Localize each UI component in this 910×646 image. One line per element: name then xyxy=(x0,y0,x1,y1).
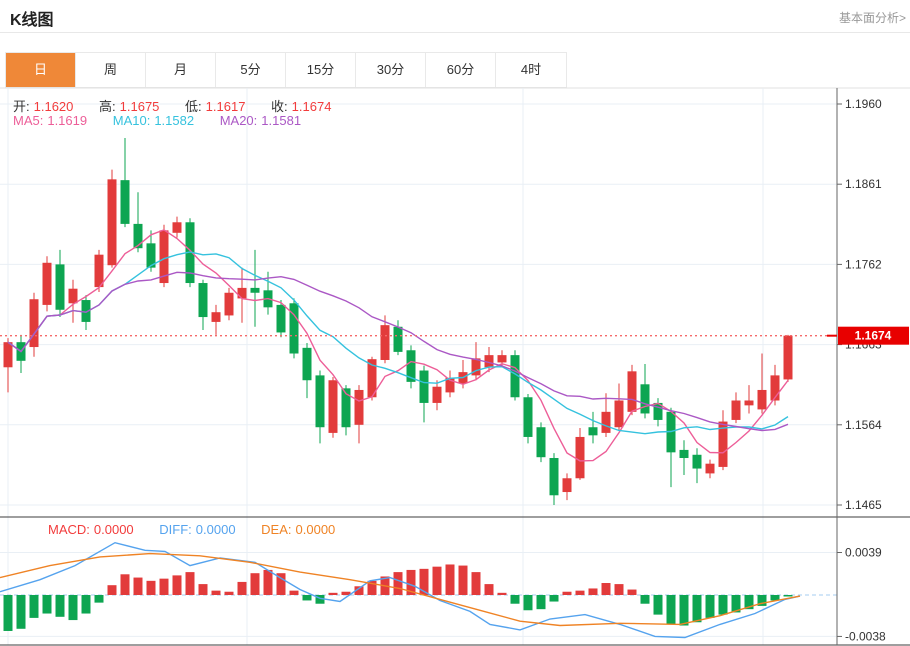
svg-text:1.1861: 1.1861 xyxy=(845,177,882,191)
diff-label: DIFF: xyxy=(159,522,192,537)
dea-label: DEA: xyxy=(261,522,291,537)
close-label: 收: xyxy=(271,99,288,114)
svg-text:-0.0038: -0.0038 xyxy=(845,629,886,643)
ma20-value: 1.1581 xyxy=(261,113,301,128)
macd-label: MACD: xyxy=(48,522,90,537)
low-value: 1.1617 xyxy=(206,99,246,114)
kline-app: K线图 基本面分析> 日 周 月 5分 15分 30分 60分 4时 1.196… xyxy=(0,0,910,646)
svg-text:1.1960: 1.1960 xyxy=(845,97,882,111)
high-value: 1.1675 xyxy=(120,99,160,114)
macd-legend: MACD: 0.0000 DIFF: 0.0000 DEA: 0.0000 xyxy=(48,522,339,537)
ma20-label: MA20: xyxy=(220,113,258,128)
ma5-value: 1.1619 xyxy=(47,113,87,128)
svg-text:1.1465: 1.1465 xyxy=(845,498,882,512)
ma10-value: 1.1582 xyxy=(154,113,194,128)
macd-value: 0.0000 xyxy=(94,522,134,537)
ma10-label: MA10: xyxy=(113,113,151,128)
close-value: 1.1674 xyxy=(292,99,332,114)
svg-text:1.1564: 1.1564 xyxy=(845,418,882,432)
dea-value: 0.0000 xyxy=(296,522,336,537)
diff-value: 0.0000 xyxy=(196,522,236,537)
svg-text:1.1762: 1.1762 xyxy=(845,257,882,271)
ma-legend: MA5: 1.1619 MA10:1.1582 MA20:1.1581 xyxy=(13,113,305,128)
svg-text:1.1674: 1.1674 xyxy=(855,329,892,343)
open-value: 1.1620 xyxy=(34,99,74,114)
high-label: 高: xyxy=(99,99,116,114)
ma5-label: MA5: xyxy=(13,113,43,128)
open-label: 开: xyxy=(13,99,30,114)
svg-text:0.0039: 0.0039 xyxy=(845,545,882,559)
low-label: 低: xyxy=(185,99,202,114)
